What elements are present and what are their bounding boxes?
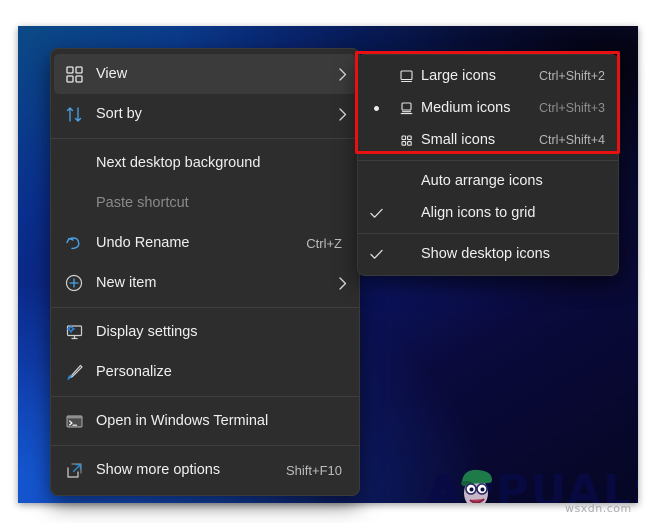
submenu-item-label: Auto arrange icons (421, 173, 543, 189)
submenu-item-show-desktop-icons[interactable]: Show desktop icons (361, 238, 615, 270)
menu-item-label: New item (96, 275, 157, 291)
submenu-item-auto-arrange-icons[interactable]: Auto arrange icons (361, 165, 615, 197)
submenu-item-accelerator: Ctrl+Shift+4 (538, 133, 605, 147)
medium-icons-glyph-icon (391, 101, 421, 116)
menu-separator (51, 307, 359, 308)
submenu-item-label: Align icons to grid (421, 205, 536, 221)
submenu-item-label: Small icons (421, 132, 496, 148)
menu-item-label: Personalize (96, 364, 172, 380)
submenu-separator (358, 233, 618, 234)
menu-separator (51, 138, 359, 139)
menu-item-label: Show more options (96, 462, 221, 478)
terminal-icon (54, 401, 94, 441)
menu-item-label: Undo Rename (96, 235, 190, 251)
chevron-right-icon (330, 276, 356, 290)
menu-item-label: Paste shortcut (96, 195, 189, 211)
menu-item-open-in-windows-terminal[interactable]: Open in Windows Terminal (54, 401, 356, 441)
submenu-item-accelerator: Ctrl+Shift+3 (538, 101, 605, 115)
submenu-item-align-icons-to-grid[interactable]: Align icons to grid (361, 197, 615, 229)
menu-item-personalize[interactable]: Personalize (54, 352, 356, 392)
submenu-item-large-icons[interactable]: Large icons Ctrl+Shift+2 (361, 60, 615, 92)
menu-item-paste-shortcut: Paste shortcut (54, 183, 356, 223)
sort-icon (54, 94, 94, 134)
menu-item-display-settings[interactable]: Display settings (54, 312, 356, 352)
radio-dot-icon (373, 105, 379, 111)
desktop-context-menu: View Sort by Next desktop background Pas… (50, 48, 360, 496)
menu-item-label: Sort by (96, 106, 142, 122)
menu-item-new-item[interactable]: New item (54, 263, 356, 303)
checkmark-icon (361, 208, 391, 219)
submenu-item-medium-icons[interactable]: Medium icons Ctrl+Shift+3 (361, 92, 615, 124)
submenu-item-small-icons[interactable]: Small icons Ctrl+Shift+4 (361, 124, 615, 156)
checkmark-icon (361, 249, 391, 260)
menu-item-label: Display settings (96, 324, 198, 340)
menu-item-sort-by[interactable]: Sort by (54, 94, 356, 134)
no-icon-spacer (54, 143, 94, 183)
grid-icon (54, 54, 94, 94)
submenu-item-label: Show desktop icons (421, 246, 550, 262)
no-icon-spacer (54, 183, 94, 223)
menu-item-label: View (96, 66, 128, 82)
plus-circle-icon (54, 263, 94, 303)
large-icons-glyph-icon (391, 69, 421, 84)
paintbrush-icon (54, 352, 94, 392)
screenshot-root: APPUALS wsxdn.com (0, 0, 656, 523)
submenu-item-accelerator: Ctrl+Shift+2 (538, 69, 605, 83)
menu-item-accelerator: Shift+F10 (285, 462, 342, 478)
submenu-separator (358, 160, 618, 161)
site-tag: wsxdn.com (565, 502, 632, 515)
expand-icon (54, 450, 94, 490)
menu-item-view[interactable]: View (54, 54, 356, 94)
menu-item-show-more-options[interactable]: Show more options Shift+F10 (54, 450, 356, 490)
menu-separator (51, 396, 359, 397)
undo-icon (54, 223, 94, 263)
monitor-gear-icon (54, 312, 94, 352)
menu-separator (51, 445, 359, 446)
submenu-item-label: Medium icons (421, 100, 511, 116)
radio-selected-indicator (361, 105, 391, 111)
menu-item-next-desktop-background[interactable]: Next desktop background (54, 143, 356, 183)
menu-item-label: Open in Windows Terminal (96, 413, 269, 429)
chevron-right-icon (330, 67, 356, 81)
view-submenu: Large icons Ctrl+Shift+2 Medium icons Ct… (357, 54, 619, 276)
small-icons-glyph-icon (391, 133, 421, 148)
submenu-item-label: Large icons (421, 68, 496, 84)
menu-item-label: Next desktop background (96, 155, 261, 171)
menu-item-accelerator: Ctrl+Z (306, 235, 342, 251)
menu-item-undo-rename[interactable]: Undo Rename Ctrl+Z (54, 223, 356, 263)
chevron-right-icon (330, 107, 356, 121)
